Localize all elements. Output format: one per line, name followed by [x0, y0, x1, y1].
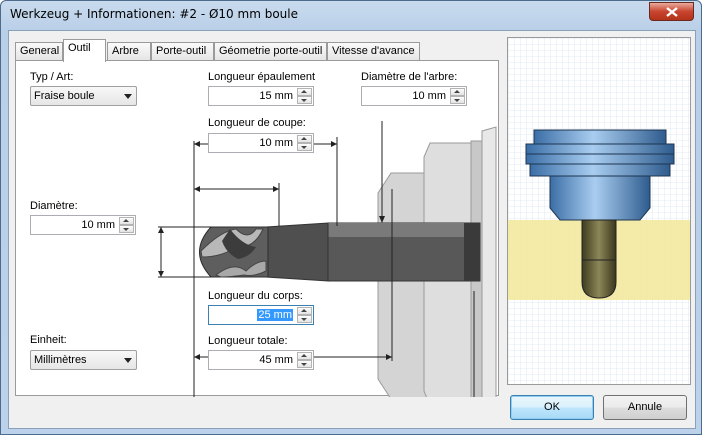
cutting-length-input[interactable]: 10 mm — [208, 133, 314, 153]
tab-label: Outil — [68, 42, 91, 54]
total-length-value: 45 mm — [259, 354, 293, 366]
total-length-label: Longueur totale: — [208, 335, 288, 347]
shoulder-length-label: Longueur épaulement — [208, 71, 316, 83]
chevron-down-icon — [124, 358, 132, 363]
dialog-client: General Outil Arbre Porte-outil Géometri… — [8, 30, 696, 429]
tab-label: Porte-outil — [156, 45, 207, 57]
spin-down-icon[interactable] — [297, 143, 312, 151]
spin-up-icon[interactable] — [119, 217, 134, 225]
ok-button[interactable]: OK — [510, 395, 594, 420]
body-length-value: 25 mm — [257, 309, 293, 321]
unit-value: Millimètres — [34, 354, 87, 366]
total-length-input[interactable]: 45 mm — [208, 350, 314, 370]
spin-down-icon[interactable] — [297, 360, 312, 368]
cutting-length-label: Longueur de coupe: — [208, 117, 306, 129]
shaft-diameter-label: Diamètre de l'arbre: — [361, 71, 458, 83]
shaft-diameter-input[interactable]: 10 mm — [361, 86, 467, 106]
diameter-value: 10 mm — [81, 219, 115, 231]
spin-down-icon[interactable] — [450, 96, 465, 104]
tab-general[interactable]: General — [15, 42, 63, 61]
shaft-diameter-value: 10 mm — [412, 90, 446, 102]
spin-up-icon[interactable] — [450, 88, 465, 96]
title-bar[interactable]: Werkzeug + Informationen: #2 - Ø10 mm bo… — [1, 1, 701, 29]
window-title: Werkzeug + Informationen: #2 - Ø10 mm bo… — [10, 7, 298, 21]
close-icon — [666, 7, 678, 17]
spin-up-icon[interactable] — [297, 88, 312, 96]
unit-dropdown[interactable]: Millimètres — [30, 350, 137, 370]
tab-label: Arbre — [112, 45, 139, 57]
body-length-label: Longueur du corps: — [208, 290, 303, 302]
tab-arbre[interactable]: Arbre — [107, 42, 151, 61]
tab-label: Vitesse d'avance — [332, 45, 415, 57]
tool-shank — [265, 222, 481, 282]
diameter-label: Diamètre: — [30, 200, 78, 212]
shoulder-length-value: 15 mm — [259, 90, 293, 102]
spin-down-icon[interactable] — [297, 315, 312, 323]
cutting-length-stepper[interactable] — [297, 135, 312, 151]
spin-down-icon[interactable] — [297, 96, 312, 104]
spin-down-icon[interactable] — [119, 225, 134, 233]
cancel-button[interactable]: Annule — [603, 395, 687, 420]
cancel-button-label: Annule — [627, 401, 663, 413]
dialog-window: Werkzeug + Informationen: #2 - Ø10 mm bo… — [0, 0, 702, 435]
tool-flutes — [199, 226, 269, 278]
unit-label: Einheit: — [30, 334, 67, 346]
chevron-down-icon — [124, 94, 132, 99]
cutting-length-value: 10 mm — [259, 137, 293, 149]
spin-up-icon[interactable] — [297, 352, 312, 360]
body-length-input[interactable]: 25 mm — [208, 305, 314, 325]
diameter-input[interactable]: 10 mm — [30, 215, 136, 235]
tool-preview-render — [508, 38, 690, 384]
tab-porte-outil[interactable]: Porte-outil — [151, 42, 214, 61]
tab-geometrie-porte-outil[interactable]: Géometrie porte-outil — [214, 42, 327, 61]
ok-button-label: OK — [544, 401, 560, 413]
tab-vitesse-avance[interactable]: Vitesse d'avance — [327, 42, 420, 61]
tab-panel-outil: Typ / Art: Fraise boule Longueur épaulem… — [15, 60, 499, 397]
type-label: Typ / Art: — [30, 71, 74, 83]
total-length-stepper[interactable] — [297, 352, 312, 368]
shaft-diameter-stepper[interactable] — [450, 88, 465, 104]
close-button[interactable] — [649, 2, 694, 21]
tab-label: General — [20, 45, 60, 57]
diameter-stepper[interactable] — [119, 217, 134, 233]
tab-label: Géometrie porte-outil — [219, 45, 323, 57]
spin-up-icon[interactable] — [297, 307, 312, 315]
type-dropdown[interactable]: Fraise boule — [30, 86, 137, 106]
body-length-stepper[interactable] — [297, 307, 312, 323]
tool-preview — [507, 37, 691, 385]
spin-up-icon[interactable] — [297, 135, 312, 143]
shoulder-length-input[interactable]: 15 mm — [208, 86, 314, 106]
type-value: Fraise boule — [34, 90, 95, 102]
shoulder-length-stepper[interactable] — [297, 88, 312, 104]
tab-outil[interactable]: Outil — [63, 39, 106, 62]
cutter-icon — [581, 219, 617, 299]
